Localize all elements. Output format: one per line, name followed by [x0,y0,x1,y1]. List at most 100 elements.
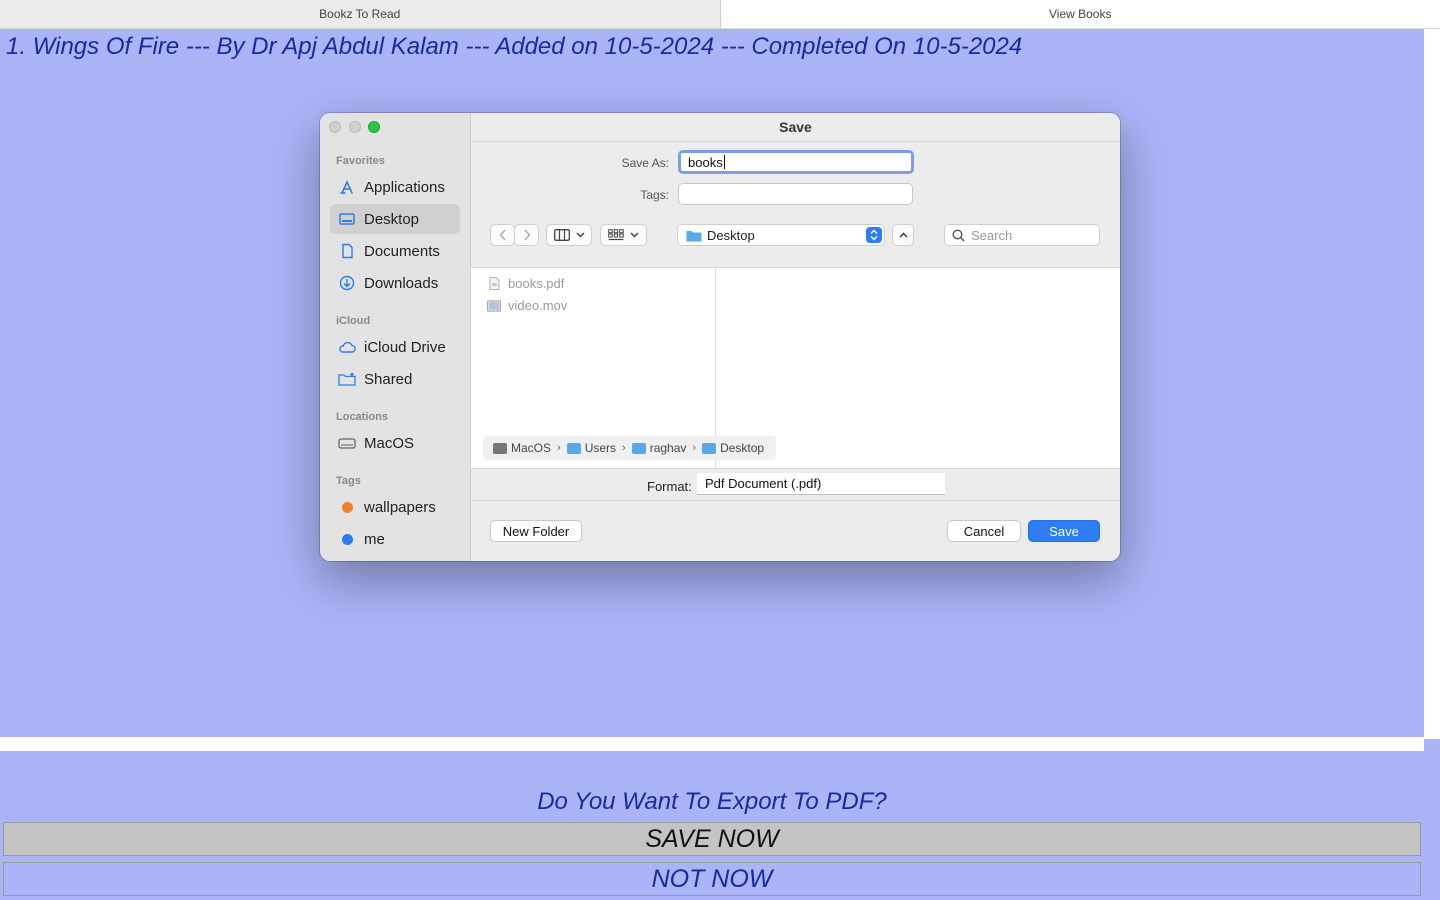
sidebar-item-label: Applications [364,178,445,196]
video-file-icon [487,299,501,313]
downloads-icon [338,274,356,292]
path-separator-icon: › [692,442,697,454]
sidebar-item-label: Downloads [364,274,439,292]
sidebar-header-icloud: iCloud [336,315,371,327]
format-popup[interactable]: Pdf Document (.pdf) [697,473,945,495]
pdf-file-icon [487,277,501,291]
save-as-label: Save As: [621,156,669,170]
sidebar-item-icloud-drive[interactable]: iCloud Drive [330,332,460,362]
path-separator-icon: › [557,442,561,454]
book-list-item[interactable]: 1. Wings Of Fire --- By Dr Apj Abdul Kal… [6,33,1022,61]
columns-view-icon [553,229,570,241]
search-input[interactable]: Search [944,224,1100,246]
path-crumb-label: Desktop [720,441,765,455]
file-item-books-pdf[interactable]: books.pdf [487,276,564,291]
folder-icon [566,442,581,454]
chevron-down-icon [576,232,584,238]
sidebar-item-label: wallpapers [364,498,436,516]
file-name: books.pdf [508,276,565,291]
save-as-field[interactable]: books [678,150,914,174]
view-mode-button[interactable] [546,224,592,246]
file-browser: books.pdf video.mov MacOS › Users › ragh… [471,267,1120,469]
divider [471,500,1120,501]
document-icon [338,242,356,260]
sidebar-item-shared[interactable]: Shared [330,364,460,394]
path-crumb-macos[interactable]: MacOS [493,441,551,455]
chevron-left-icon [499,229,506,241]
divider [471,141,1120,142]
search-placeholder: Search [971,227,1013,243]
zoom-window-button[interactable] [368,121,380,133]
sidebar-item-macos[interactable]: MacOS [330,428,460,458]
path-crumb-label: raghav [649,441,687,455]
sidebar-item-label: MacOS [364,434,415,452]
sidebar-item-label: Desktop [364,210,420,228]
shared-folder-icon [338,370,356,388]
text-caret [723,155,725,169]
blue-dot-icon [341,533,353,545]
save-dialog: Favorites Applications Desktop Documents… [320,113,1120,561]
file-name: video.mov [508,298,568,313]
path-crumb-raghav[interactable]: raghav [631,441,687,455]
scrollbar-track[interactable] [1424,29,1440,739]
sidebar-item-desktop[interactable]: Desktop [330,204,460,234]
cancel-button[interactable]: Cancel [947,520,1021,542]
search-icon [952,228,965,242]
dialog-title: Save [779,119,812,135]
sidebar-item-label: iCloud Drive [364,338,446,356]
path-bar: MacOS › Users › raghav › Desktop [483,436,777,460]
chevron-right-icon [523,229,530,241]
dialog-sidebar: Favorites Applications Desktop Documents… [320,113,471,561]
sidebar-header-locations: Locations [336,411,388,423]
tab-bookz-to-read[interactable]: Bookz To Read [0,0,721,28]
folder-icon [631,442,646,454]
sidebar-item-label: Documents [364,242,440,260]
applications-icon [338,178,356,196]
close-window-button[interactable] [329,121,341,133]
not-now-button[interactable]: NOT NOW [3,862,1421,896]
forward-button[interactable] [514,224,539,246]
chevron-up-icon [899,232,907,238]
path-crumb-label: MacOS [511,441,552,455]
path-crumb-users[interactable]: Users [566,441,616,455]
new-folder-button[interactable]: New Folder [490,520,582,542]
sidebar-item-documents[interactable]: Documents [330,236,460,266]
orange-dot-icon [341,501,353,513]
chevron-down-icon [630,232,639,238]
popup-arrows-icon [866,227,882,243]
group-button[interactable] [600,224,647,246]
desktop-icon [338,210,356,228]
tag-dot-icon [338,530,356,548]
cloud-icon [338,338,356,356]
panel-edge [1426,739,1440,900]
tags-label: Tags: [640,188,669,202]
format-label: Format: [647,479,692,494]
save-now-button[interactable]: SAVE NOW [3,822,1421,856]
divider [0,737,1424,751]
drive-icon [493,442,507,454]
folder-icon [686,229,702,242]
sidebar-item-label: me [364,530,385,548]
path-crumb-desktop[interactable]: Desktop [702,441,764,455]
tags-field[interactable] [678,183,913,205]
file-column: books.pdf video.mov MacOS › Users › ragh… [471,268,777,468]
grid-group-icon [608,229,624,241]
save-button[interactable]: Save [1028,520,1100,542]
dialog-main: Save Save As: books Tags: Desktop Search… [471,113,1120,561]
back-button[interactable] [490,224,515,246]
sidebar-item-label: Shared [364,370,413,388]
file-item-video-mov[interactable]: video.mov [487,298,567,313]
export-question: Do You Want To Export To PDF? [537,788,887,815]
sidebar-item-tag-wallpapers[interactable]: wallpapers [330,492,460,522]
path-separator-icon: › [622,442,626,454]
minimize-window-button[interactable] [349,121,361,133]
location-popup[interactable]: Desktop [677,224,885,246]
sidebar-item-downloads[interactable]: Downloads [330,268,460,298]
location-label: Desktop [707,227,755,243]
sidebar-item-tag-me[interactable]: me [330,524,460,554]
expand-collapse-button[interactable] [892,224,914,246]
sidebar-item-applications[interactable]: Applications [330,172,460,202]
tab-view-books[interactable]: View Books [720,0,1440,28]
drive-icon [338,434,356,452]
folder-icon [702,442,717,454]
